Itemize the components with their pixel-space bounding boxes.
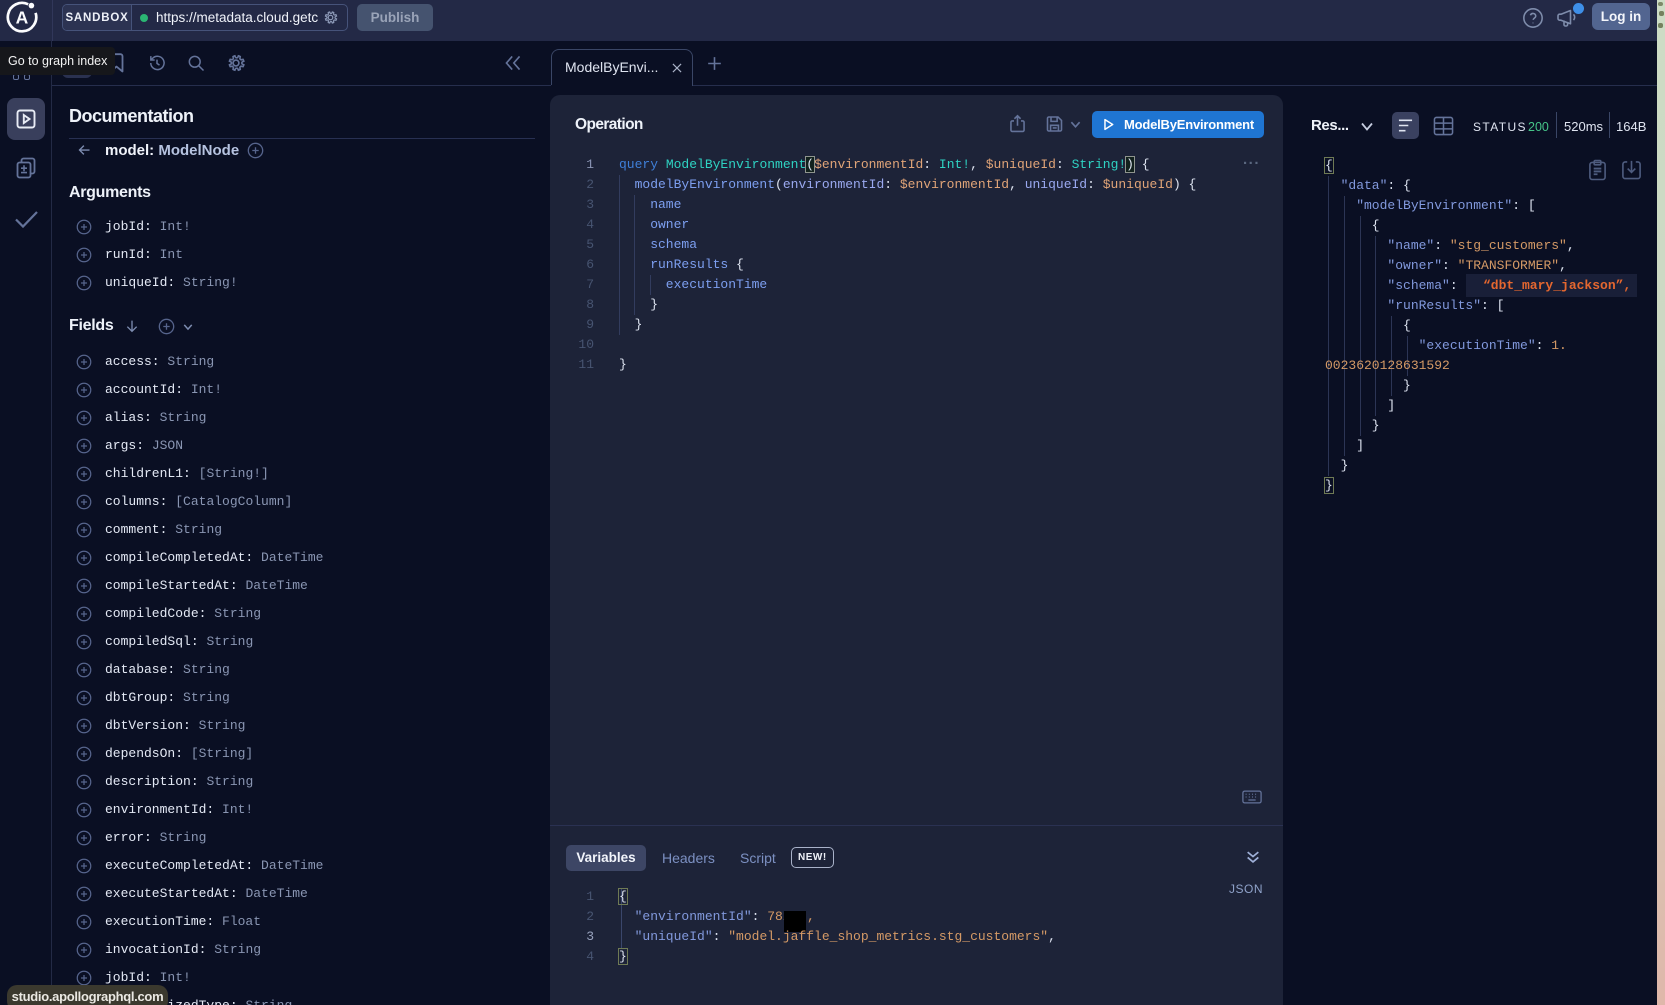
svg-text:A: A bbox=[16, 8, 29, 28]
